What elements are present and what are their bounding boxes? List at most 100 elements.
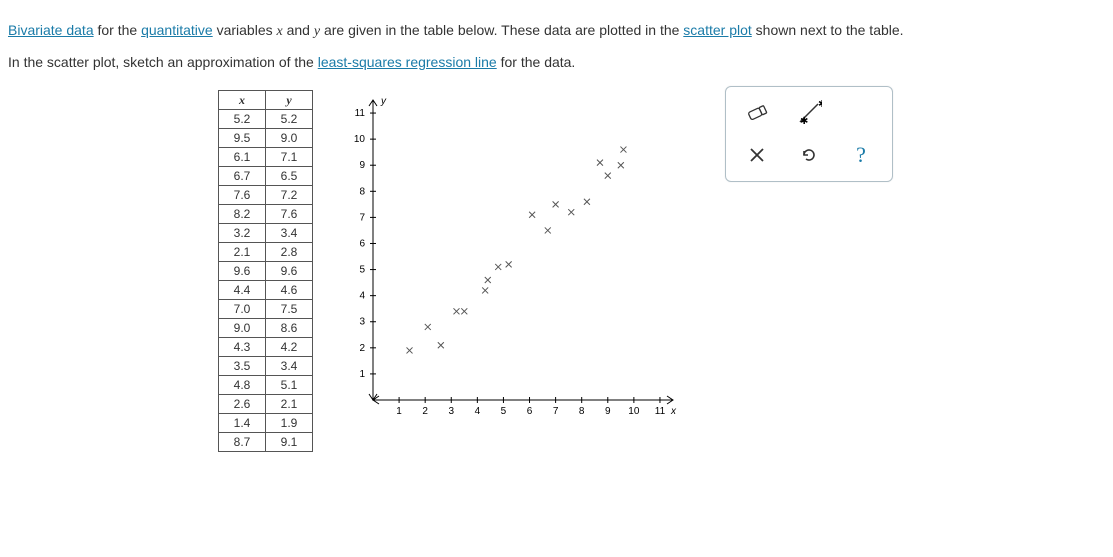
data-point bbox=[620, 147, 626, 153]
cell-y: 4.2 bbox=[266, 338, 313, 357]
cell-x: 1.4 bbox=[219, 414, 266, 433]
cell-y: 2.1 bbox=[266, 395, 313, 414]
cell-y: 7.2 bbox=[266, 186, 313, 205]
svg-text:1: 1 bbox=[359, 369, 365, 380]
data-point bbox=[545, 227, 551, 233]
cell-y: 3.4 bbox=[266, 224, 313, 243]
table-row: 4.34.2 bbox=[219, 338, 313, 357]
cell-y: 5.2 bbox=[266, 110, 313, 129]
cell-y: 3.4 bbox=[266, 357, 313, 376]
data-point bbox=[453, 308, 459, 314]
svg-text:3: 3 bbox=[448, 406, 454, 417]
svg-text:y: y bbox=[380, 96, 387, 107]
eraser-icon bbox=[744, 103, 770, 123]
line-tool-button[interactable]: ✱ ✱ bbox=[786, 95, 832, 131]
svg-text:4: 4 bbox=[475, 406, 481, 417]
svg-text:8: 8 bbox=[359, 186, 365, 197]
svg-text:2: 2 bbox=[422, 406, 428, 417]
table-row: 9.08.6 bbox=[219, 319, 313, 338]
cell-x: 7.6 bbox=[219, 186, 266, 205]
cell-y: 1.9 bbox=[266, 414, 313, 433]
eraser-tool-button[interactable] bbox=[734, 95, 780, 131]
cell-y: 7.1 bbox=[266, 148, 313, 167]
drawing-toolbar: ✱ ✱ ? bbox=[725, 86, 893, 182]
table-row: 6.17.1 bbox=[219, 148, 313, 167]
cell-x: 8.2 bbox=[219, 205, 266, 224]
table-row: 3.53.4 bbox=[219, 357, 313, 376]
close-icon bbox=[747, 145, 767, 165]
data-point bbox=[568, 209, 574, 215]
svg-text:6: 6 bbox=[527, 406, 533, 417]
svg-text:10: 10 bbox=[354, 134, 366, 145]
table-row: 6.76.5 bbox=[219, 167, 313, 186]
cell-y: 6.5 bbox=[266, 167, 313, 186]
svg-text:1: 1 bbox=[396, 406, 402, 417]
cell-x: 9.6 bbox=[219, 262, 266, 281]
cell-y: 4.6 bbox=[266, 281, 313, 300]
data-point bbox=[495, 264, 501, 270]
lsrl-link[interactable]: least-squares regression line bbox=[318, 54, 497, 70]
table-row: 2.12.8 bbox=[219, 243, 313, 262]
svg-text:4: 4 bbox=[359, 291, 365, 302]
table-row: 1.41.9 bbox=[219, 414, 313, 433]
table-row: 4.44.6 bbox=[219, 281, 313, 300]
svg-text:9: 9 bbox=[605, 406, 611, 417]
svg-text:11: 11 bbox=[655, 406, 666, 417]
instruction-line-1: Bivariate data for the quantitative vari… bbox=[8, 22, 1113, 40]
scatter-plot-canvas[interactable]: yx12345678910111234567891011 bbox=[343, 90, 683, 430]
cell-y: 9.6 bbox=[266, 262, 313, 281]
data-point bbox=[553, 201, 559, 207]
svg-text:10: 10 bbox=[628, 406, 640, 417]
cell-x: 4.3 bbox=[219, 338, 266, 357]
table-row: 3.23.4 bbox=[219, 224, 313, 243]
cell-y: 2.8 bbox=[266, 243, 313, 262]
svg-text:7: 7 bbox=[359, 212, 365, 223]
cell-x: 6.7 bbox=[219, 167, 266, 186]
svg-text:7: 7 bbox=[553, 406, 559, 417]
cell-x: 6.1 bbox=[219, 148, 266, 167]
cell-x: 4.4 bbox=[219, 281, 266, 300]
line-tool-icon: ✱ ✱ bbox=[796, 100, 822, 126]
cell-x: 9.0 bbox=[219, 319, 266, 338]
svg-text:✱: ✱ bbox=[800, 116, 808, 126]
cell-y: 7.6 bbox=[266, 205, 313, 224]
cell-y: 9.0 bbox=[266, 129, 313, 148]
data-point bbox=[529, 212, 535, 218]
cell-x: 8.7 bbox=[219, 433, 266, 452]
cell-x: 3.2 bbox=[219, 224, 266, 243]
table-row: 7.67.2 bbox=[219, 186, 313, 205]
data-table: x y 5.25.29.59.06.17.16.76.57.67.28.27.6… bbox=[218, 90, 313, 452]
table-row: 4.85.1 bbox=[219, 376, 313, 395]
scatter-plot-link[interactable]: scatter plot bbox=[683, 22, 751, 38]
data-point bbox=[618, 162, 624, 168]
data-point bbox=[605, 173, 611, 179]
cell-x: 5.2 bbox=[219, 110, 266, 129]
table-row: 7.07.5 bbox=[219, 300, 313, 319]
cell-y: 7.5 bbox=[266, 300, 313, 319]
cell-x: 4.8 bbox=[219, 376, 266, 395]
undo-button[interactable] bbox=[786, 137, 832, 173]
clear-button[interactable] bbox=[734, 137, 780, 173]
svg-text:5: 5 bbox=[501, 406, 507, 417]
bivariate-data-link[interactable]: Bivariate data bbox=[8, 22, 94, 38]
col-header-y: y bbox=[266, 91, 313, 110]
table-row: 8.27.6 bbox=[219, 205, 313, 224]
cell-x: 3.5 bbox=[219, 357, 266, 376]
svg-text:3: 3 bbox=[359, 317, 365, 328]
table-row: 5.25.2 bbox=[219, 110, 313, 129]
svg-text:8: 8 bbox=[579, 406, 585, 417]
cell-y: 9.1 bbox=[266, 433, 313, 452]
help-button[interactable]: ? bbox=[838, 137, 884, 173]
table-row: 2.62.1 bbox=[219, 395, 313, 414]
svg-text:✱: ✱ bbox=[818, 100, 822, 110]
cell-y: 8.6 bbox=[266, 319, 313, 338]
data-point bbox=[506, 261, 512, 267]
quantitative-link[interactable]: quantitative bbox=[141, 22, 213, 38]
instruction-line-2: In the scatter plot, sketch an approxima… bbox=[8, 54, 1113, 70]
svg-text:5: 5 bbox=[359, 265, 365, 276]
cell-x: 7.0 bbox=[219, 300, 266, 319]
data-point bbox=[485, 277, 491, 283]
col-header-x: x bbox=[219, 91, 266, 110]
table-row: 9.59.0 bbox=[219, 129, 313, 148]
svg-text:2: 2 bbox=[359, 343, 365, 354]
